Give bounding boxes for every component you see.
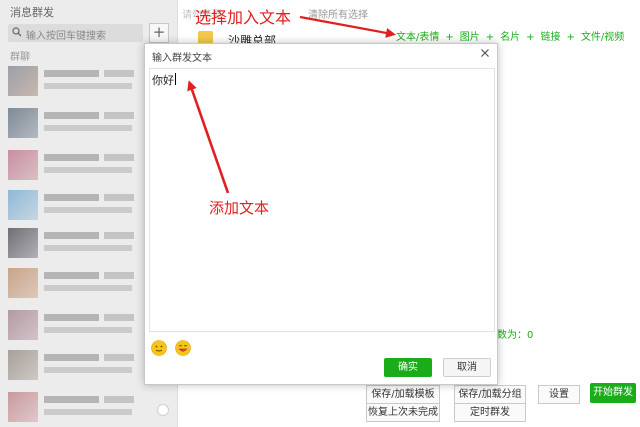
clear-selection-link[interactable]: 清除所有选择 bbox=[308, 6, 368, 21]
search-input[interactable]: 输入按回车键搜索 bbox=[8, 24, 143, 42]
avatar bbox=[8, 228, 38, 258]
blurred-text bbox=[44, 409, 132, 415]
scheduled-broadcast-button[interactable]: 定时群发 bbox=[454, 403, 526, 422]
content-type-bar: 文本/表情 + 图片 + 名片 + 链接 + 文件/视频 bbox=[396, 28, 624, 44]
search-placeholder: 输入按回车键搜索 bbox=[26, 31, 106, 42]
avatar bbox=[8, 150, 38, 180]
blurred-text bbox=[104, 396, 134, 403]
save-load-group-button[interactable]: 保存/加载分组 bbox=[454, 385, 526, 404]
add-button[interactable]: + bbox=[149, 23, 169, 43]
avatar bbox=[8, 392, 38, 422]
plus-separator: + bbox=[485, 32, 495, 43]
plus-separator: + bbox=[526, 32, 535, 43]
blurred-text bbox=[44, 245, 132, 251]
app-title: 消息群发 bbox=[10, 6, 54, 19]
message-text: 你好 bbox=[152, 74, 174, 87]
blurred-text bbox=[104, 70, 134, 77]
search-icon bbox=[12, 27, 22, 37]
blurred-text bbox=[104, 154, 134, 161]
blurred-text bbox=[104, 232, 134, 239]
stats-text: 数为：0 bbox=[497, 330, 534, 341]
avatar bbox=[8, 350, 38, 380]
avatar bbox=[8, 66, 38, 96]
blurred-text bbox=[104, 354, 134, 361]
group-section-label: 群聊 bbox=[10, 52, 30, 63]
smile-emoji-icon[interactable] bbox=[151, 340, 167, 356]
blurred-name bbox=[44, 70, 99, 77]
restore-unfinished-button[interactable]: 恢复上次未完成 bbox=[366, 403, 440, 422]
blurred-name bbox=[44, 112, 99, 119]
blurred-name bbox=[44, 396, 99, 403]
blurred-text bbox=[44, 167, 132, 173]
close-icon[interactable] bbox=[479, 47, 491, 59]
blurred-text bbox=[104, 112, 134, 119]
blurred-text bbox=[104, 272, 134, 279]
avatar bbox=[8, 268, 38, 298]
dialog-title: 输入群发文本 bbox=[152, 53, 212, 64]
save-load-template-button[interactable]: 保存/加载模板 bbox=[366, 385, 440, 404]
blurred-text bbox=[44, 327, 132, 333]
avatar bbox=[8, 310, 38, 340]
blurred-name bbox=[44, 232, 99, 239]
avatar bbox=[8, 190, 38, 220]
plus-separator: + bbox=[566, 32, 575, 43]
list-item[interactable] bbox=[0, 388, 178, 426]
annotation-label: 选择加入文本 bbox=[195, 8, 292, 27]
add-file-video-link[interactable]: 文件/视频 bbox=[581, 32, 624, 43]
add-image-link[interactable]: 图片 bbox=[460, 32, 480, 43]
select-radio[interactable] bbox=[157, 404, 169, 416]
blurred-text bbox=[44, 285, 132, 291]
avatar bbox=[8, 108, 38, 138]
grin-emoji-icon[interactable] bbox=[175, 340, 191, 356]
blurred-text bbox=[44, 125, 132, 131]
add-link-link[interactable]: 链接 bbox=[541, 32, 561, 43]
confirm-button[interactable]: 确实 bbox=[384, 358, 432, 377]
plus-separator: + bbox=[445, 32, 454, 43]
add-text-emoji-link[interactable]: 文本/表情 bbox=[396, 32, 439, 43]
blurred-name bbox=[44, 154, 99, 161]
settings-button[interactable]: 设置 bbox=[538, 385, 580, 404]
blurred-text bbox=[44, 367, 132, 373]
blurred-text bbox=[44, 83, 132, 89]
blurred-name bbox=[44, 272, 99, 279]
cancel-button[interactable]: 取消 bbox=[443, 358, 491, 377]
blurred-name bbox=[44, 314, 99, 321]
text-input-dialog: 输入群发文本 你好 确实 取消 bbox=[144, 43, 498, 385]
blurred-name bbox=[44, 194, 99, 201]
message-textarea[interactable]: 你好 bbox=[149, 68, 495, 332]
blurred-text bbox=[104, 314, 134, 321]
blurred-name bbox=[44, 354, 99, 361]
annotation-label: 添加文本 bbox=[209, 199, 270, 217]
start-broadcast-button[interactable]: 开始群发 bbox=[590, 383, 636, 403]
blurred-text bbox=[104, 194, 134, 201]
blurred-text bbox=[44, 207, 132, 213]
text-caret bbox=[175, 73, 176, 85]
add-card-link[interactable]: 名片 bbox=[500, 32, 520, 43]
